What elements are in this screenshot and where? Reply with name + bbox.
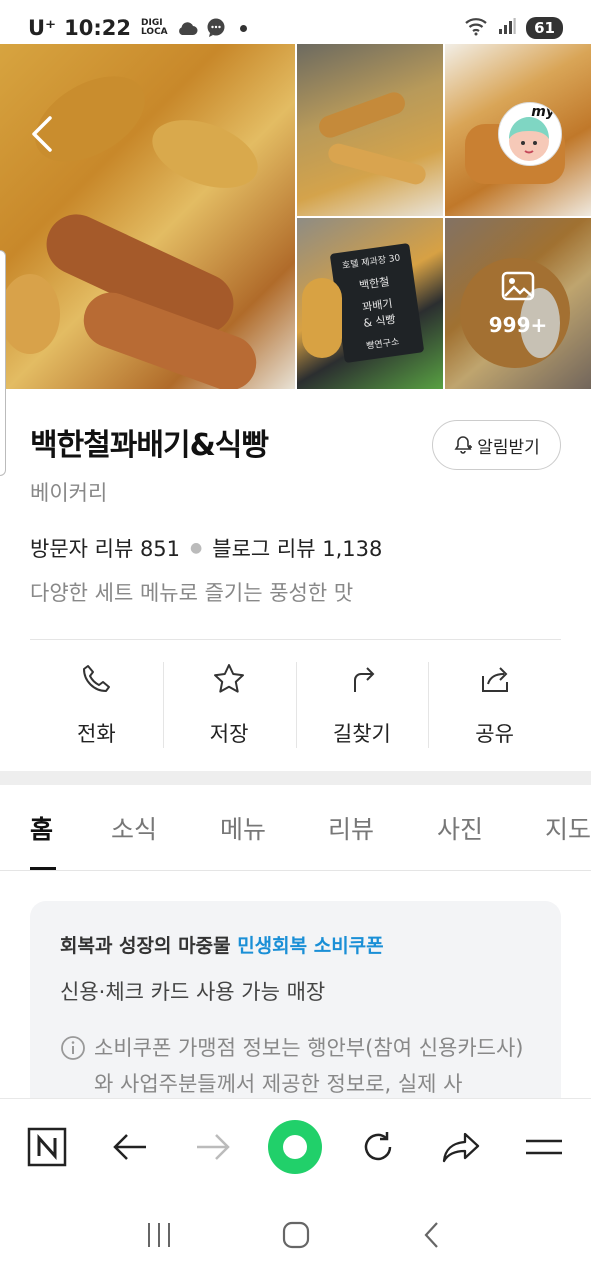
visitor-review-link[interactable]: 방문자 리뷰 851 xyxy=(30,533,180,563)
home-icon xyxy=(282,1221,309,1249)
share-label: 공유 xyxy=(475,722,514,746)
tab-photos[interactable]: 사진 xyxy=(437,810,483,846)
star-icon xyxy=(214,664,245,693)
call-label: 전화 xyxy=(77,722,116,746)
photo-thumb-more[interactable]: 999+ xyxy=(445,218,591,389)
tab-map[interactable]: 지도 xyxy=(545,810,591,846)
image-icon xyxy=(501,271,535,305)
review-counts: 방문자 리뷰 851 ● 블로그 리뷰 1,138 xyxy=(30,533,382,563)
refresh-icon xyxy=(364,1131,392,1160)
coupon-notice-card[interactable]: 회복과 성장의 마중물 민생회복 소비쿠폰 신용·체크 카드 사용 가능 매장 … xyxy=(30,901,561,1131)
directions-icon xyxy=(353,667,375,692)
photo-gallery: 호텔 제과장 30 백한철 꽈배기 & 식빵 빵연구소 999+ my xyxy=(0,44,591,389)
home-button[interactable] xyxy=(281,1220,311,1254)
share-page-button[interactable] xyxy=(431,1117,491,1177)
more-photos-overlay: 999+ xyxy=(445,218,591,389)
review-separator: ● xyxy=(190,540,203,556)
forward-share-icon xyxy=(442,1132,480,1162)
sign-line-5: 빵연구소 xyxy=(365,337,400,352)
message-icon xyxy=(206,18,226,38)
blog-review-link[interactable]: 블로그 리뷰 1,138 xyxy=(212,533,382,563)
signal-icon xyxy=(498,16,516,40)
alarm-label: 알림받기 xyxy=(477,437,540,458)
carrier-label: U⁺ xyxy=(28,16,57,40)
naver-n-icon xyxy=(28,1127,67,1166)
my-avatar-button[interactable]: my xyxy=(498,102,562,166)
notice-heading-prefix: 회복과 성장의 마중물 xyxy=(60,935,231,957)
digi-loca-icon: DIGI LOCA xyxy=(141,19,168,37)
side-handle[interactable] xyxy=(0,250,6,476)
battery-icon: 61 xyxy=(526,17,563,39)
section-divider xyxy=(0,771,591,785)
menu-button[interactable] xyxy=(514,1117,574,1177)
directions-label: 길찾기 xyxy=(332,722,391,746)
call-button[interactable]: 전화 xyxy=(30,662,163,748)
arrow-left-icon xyxy=(113,1133,147,1160)
place-tagline: 다양한 세트 메뉴로 즐기는 풍성한 맛 xyxy=(30,581,354,605)
photo-thumb-1[interactable] xyxy=(297,44,443,216)
hamburger-icon xyxy=(525,1139,562,1154)
photo-thumb-3[interactable]: 호텔 제과장 30 백한철 꽈배기 & 식빵 빵연구소 xyxy=(297,218,443,389)
save-button[interactable]: 저장 xyxy=(162,662,296,748)
directions-button[interactable]: 길찾기 xyxy=(295,662,429,748)
save-label: 저장 xyxy=(209,722,249,746)
my-badge-text: my xyxy=(531,104,555,120)
refresh-button[interactable] xyxy=(348,1117,408,1177)
tab-bar: 홈 소식 메뉴 리뷰 사진 지도 xyxy=(0,785,591,871)
active-tab-indicator xyxy=(30,867,56,870)
cloud-icon xyxy=(176,20,198,36)
main-photo[interactable] xyxy=(0,44,295,389)
back-nav-button[interactable] xyxy=(100,1117,160,1177)
share-icon xyxy=(481,667,508,692)
green-dot-icon xyxy=(268,1119,323,1174)
wifi-icon xyxy=(464,16,488,41)
recent-apps-icon xyxy=(147,1223,170,1247)
tab-home[interactable]: 홈 xyxy=(30,810,53,846)
sign-line-1: 호텔 제과장 30 xyxy=(341,253,401,272)
chevron-left-icon xyxy=(32,116,52,152)
forward-nav-button[interactable] xyxy=(183,1117,243,1177)
digi-bottom-text: LOCA xyxy=(141,27,168,37)
notification-dot-icon xyxy=(239,24,247,32)
notice-heading: 회복과 성장의 마중물 민생회복 소비쿠폰 xyxy=(60,931,531,958)
notice-heading-highlight: 민생회복 소비쿠폰 xyxy=(237,935,384,957)
store-sign: 호텔 제과장 30 백한철 꽈배기 & 식빵 빵연구소 xyxy=(329,242,425,364)
green-dot-button[interactable] xyxy=(265,1117,325,1177)
system-nav-bar xyxy=(0,1194,591,1280)
tab-reviews[interactable]: 리뷰 xyxy=(328,810,374,846)
phone-icon xyxy=(83,665,111,692)
chevron-left-icon xyxy=(424,1222,438,1248)
notice-body-text: 소비쿠폰 가맹점 정보는 행안부(참여 신용카드사)와 사업주분들께서 제공한 … xyxy=(94,1036,524,1096)
arrow-right-icon xyxy=(196,1133,230,1160)
notice-subtitle: 신용·체크 카드 사용 가능 매장 xyxy=(60,980,326,1004)
place-name: 백한철꽈배기&식빵 xyxy=(30,428,269,463)
tab-menu[interactable]: 메뉴 xyxy=(220,810,266,846)
more-photos-count: 999+ xyxy=(488,312,548,337)
alarm-button[interactable]: 알림받기 xyxy=(432,420,561,470)
action-bar: 전화 저장 길찾기 공유 xyxy=(30,662,561,748)
back-button[interactable] xyxy=(24,114,64,154)
share-button[interactable]: 공유 xyxy=(428,662,561,748)
recent-apps-button[interactable] xyxy=(144,1220,174,1254)
notice-body: 소비쿠폰 가맹점 정보는 행안부(참여 신용카드사)와 사업주분들께서 제공한 … xyxy=(60,1030,531,1102)
system-back-button[interactable] xyxy=(418,1220,448,1254)
place-category: 베이커리 xyxy=(30,481,108,505)
status-time: 10:22 xyxy=(64,16,131,40)
info-icon xyxy=(61,1036,85,1060)
browser-toolbar xyxy=(0,1098,591,1194)
naver-home-button[interactable] xyxy=(17,1117,77,1177)
tab-news[interactable]: 소식 xyxy=(111,810,157,846)
bell-plus-icon xyxy=(454,436,473,454)
divider xyxy=(30,639,561,640)
